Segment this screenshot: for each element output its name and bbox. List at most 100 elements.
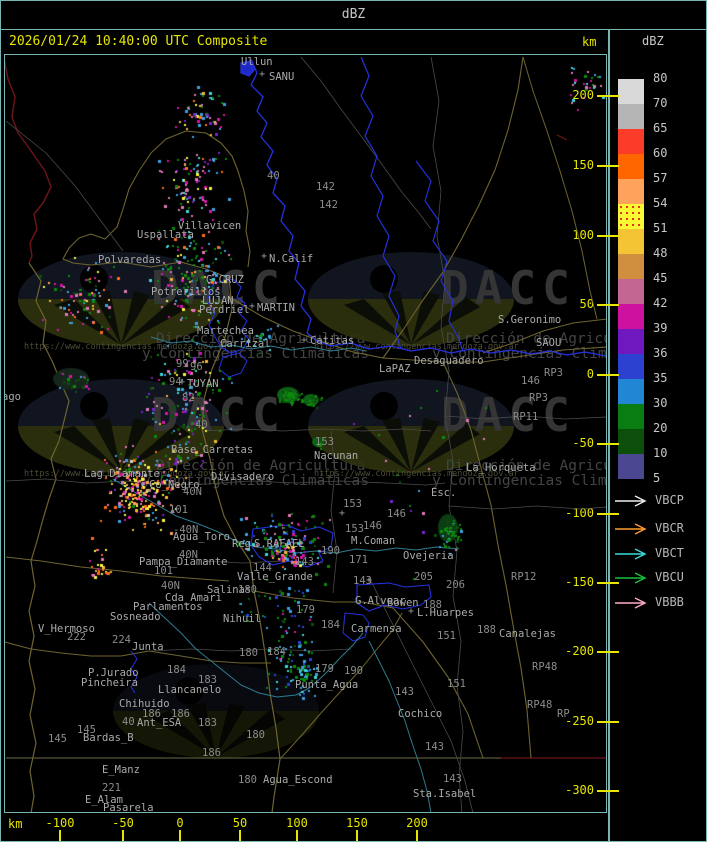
- colorbar-value-label: 45: [653, 271, 668, 285]
- radar-app-window: dBZ 2026/01/24 10:40:00 UTC Composite km…: [0, 0, 707, 842]
- legend-item-vbcr: VBCR: [655, 521, 684, 535]
- colorbar-block: [618, 179, 644, 204]
- x-axis-tick: [296, 830, 298, 841]
- map-road-number: 143: [295, 556, 314, 568]
- map-place-label: N.Calif: [269, 253, 314, 265]
- map-place-label: Ullun: [241, 56, 273, 68]
- colorbar-block: [618, 354, 644, 379]
- map-place-label: Valle_Grande: [237, 571, 313, 583]
- y-axis-tick: [597, 790, 619, 792]
- colorbar-value-label: 48: [653, 246, 668, 260]
- map-place-label: ago: [5, 391, 21, 403]
- map-place-label: Divisadero: [211, 471, 275, 483]
- map-road-number: 205: [414, 571, 433, 583]
- map-road-number: 82: [182, 392, 195, 404]
- map-road-number: 222: [67, 631, 86, 643]
- colorbar-title: dBZ: [642, 34, 664, 48]
- x-axis-tick: [59, 830, 61, 841]
- y-axis-tick: [597, 513, 619, 515]
- timestamp-label: 2026/01/24 10:40:00 UTC Composite: [9, 34, 268, 49]
- y-axis-tick: [597, 721, 619, 723]
- map-road-number: 180: [238, 774, 257, 786]
- map-place-label: Desaguadero: [414, 355, 484, 367]
- map-road-number: 188: [477, 624, 496, 636]
- map-place-label: LaPAZ: [379, 363, 411, 375]
- map-place-label: MARTIN: [257, 302, 295, 314]
- x-axis-tick-label: 200: [406, 816, 428, 830]
- map-place-label: Agua_Escond: [263, 774, 333, 786]
- map-place-label: Pincheira: [81, 677, 138, 689]
- vbcu-arrow-icon: [615, 572, 647, 584]
- map-road-number: 143: [443, 773, 462, 785]
- title-bar: dBZ: [1, 1, 706, 30]
- map-place-label: Nacunan: [314, 450, 359, 462]
- map-road-number: 153: [343, 498, 362, 510]
- map-cross-marker: +: [249, 301, 256, 312]
- map-place-label: Chihuido: [119, 698, 170, 710]
- map-cross-marker: +: [179, 377, 186, 388]
- map-place-label: Cochico: [398, 708, 443, 720]
- colorbar-block: [618, 454, 644, 479]
- map-road-number: 180: [238, 584, 257, 596]
- x-axis-tick: [416, 830, 418, 841]
- map-place-label: Pasarela: [103, 802, 154, 813]
- colorbar-value-label: 57: [653, 171, 668, 185]
- colorbar-block: [618, 404, 644, 429]
- map-label-layer: Ullun SANU 40 142 142 Villavicen Uspallata Polv…: [5, 55, 606, 812]
- map-road-number: 146: [363, 520, 382, 532]
- legend-item-vbcu: VBCU: [655, 570, 684, 584]
- map-road-number: 99: [176, 358, 189, 370]
- radar-map[interactable]: DACCDirección de Agriculturay Contingenc…: [4, 54, 607, 813]
- map-road-number: 183: [198, 717, 217, 729]
- map-place-label: Bardas_B: [83, 732, 134, 744]
- map-road-number: 184: [267, 646, 286, 658]
- map-road-number: 180: [239, 647, 258, 659]
- y-axis-tick: [597, 582, 619, 584]
- map-road-number: 143: [425, 741, 444, 753]
- map-road-number: 221: [102, 782, 121, 794]
- map-road-number: 146: [521, 375, 540, 387]
- map-cross-marker: +: [223, 337, 230, 348]
- colorbar-block: [618, 329, 644, 354]
- map-cross-marker: +: [259, 69, 266, 80]
- x-axis-tick: [239, 830, 241, 841]
- colorbar-block: [618, 254, 644, 279]
- map-road-number: 142: [316, 181, 335, 193]
- map-cross-marker: +: [261, 251, 268, 262]
- colorbar-block: [618, 204, 644, 229]
- map-road-number: RP48: [527, 699, 553, 711]
- map-place-label: Lag.Diamante: [84, 468, 160, 480]
- y-axis-tick: [597, 165, 619, 167]
- x-axis-tick: [356, 830, 358, 841]
- map-place-label: Canalejas: [499, 628, 556, 640]
- map-road-number: 40N: [161, 580, 180, 592]
- map-road-number: 190: [321, 545, 340, 557]
- map-place-label: Uspallata: [137, 229, 194, 241]
- colorbar-value-label: 39: [653, 321, 668, 335]
- map-road-number: 96: [190, 361, 203, 373]
- colorbar-block: [618, 379, 644, 404]
- info-bar: 2026/01/24 10:40:00 UTC Composite km: [1, 30, 608, 54]
- map-road-number: 143: [395, 686, 414, 698]
- y-axis-tick: [597, 304, 619, 306]
- vbbb-arrow-icon: [615, 597, 647, 609]
- legend-item-vbcp: VBCP: [655, 493, 684, 507]
- map-road-number: RP3: [529, 392, 548, 404]
- map-road-number: RP3: [544, 367, 563, 379]
- map-place-label: Base_Carretas: [171, 444, 254, 456]
- colorbar-block: [618, 304, 644, 329]
- map-road-number: 40: [122, 716, 135, 728]
- map-road-number: 179: [315, 663, 334, 675]
- map-road-number: 101: [154, 565, 173, 577]
- vbcr-arrow-icon: [615, 523, 647, 535]
- colorbar-value-label: 51: [653, 221, 668, 235]
- map-place-label: G.CRUZ: [206, 274, 244, 286]
- map-place-label: Martechea: [197, 325, 254, 337]
- vbct-arrow-icon: [615, 548, 647, 560]
- map-place-label: Sta.Isabel: [413, 788, 477, 800]
- colorbar-block: [618, 429, 644, 454]
- x-axis-tick-label: -50: [112, 816, 134, 830]
- km-unit-label-bottom: km: [8, 817, 23, 831]
- map-place-label: Pampa_Diamante: [139, 556, 228, 568]
- colorbar-value-label: 65: [653, 121, 668, 135]
